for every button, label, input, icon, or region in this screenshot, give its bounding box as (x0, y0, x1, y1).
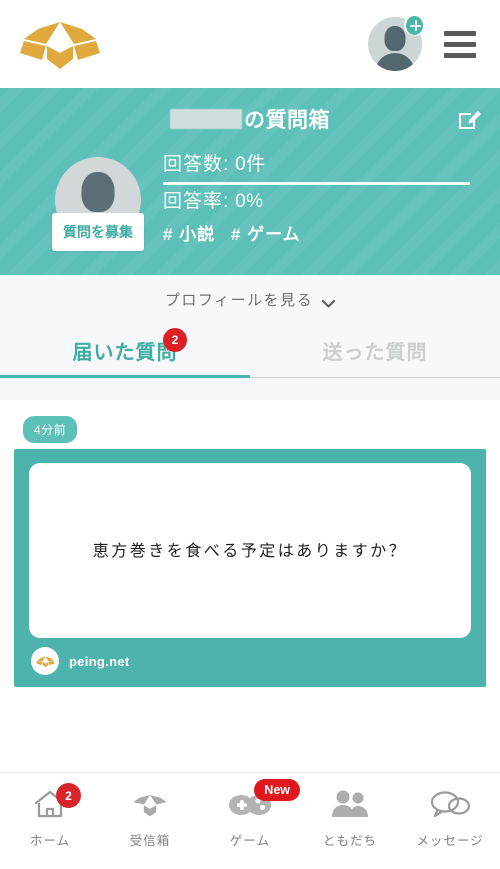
view-profile-link[interactable]: プロフィールを見る (0, 275, 500, 323)
redacted-username (170, 109, 242, 129)
question-card-url: peing.net (69, 653, 130, 669)
nav-label-message: メッセージ (416, 834, 484, 848)
profile-tags: # 小説 # ゲーム (163, 220, 470, 245)
tag-item[interactable]: # 小説 (163, 225, 215, 244)
app-root: の質問箱 質問を募集 回答数: 0件 回答率: 0% # 小説 # ゲーム プロ… (0, 0, 500, 869)
nav-label-friends: ともだち (322, 834, 377, 848)
answer-rate-row: 回答率: 0% (163, 187, 470, 216)
nav-item-inbox[interactable]: 受信箱 (100, 773, 200, 849)
nav-label-home: ホーム (29, 834, 71, 848)
plus-badge-icon[interactable] (404, 15, 425, 36)
game-new-badge: New (254, 779, 300, 801)
page-title: の質問箱 (0, 104, 500, 134)
question-item: 4分前 恵方巻きを食べる予定はありますか？ peing.net (14, 416, 486, 687)
answer-rate-label: 回答率: (163, 190, 230, 212)
profile-banner: の質問箱 質問を募集 回答数: 0件 回答率: 0% # 小説 # ゲーム (0, 88, 500, 275)
header-actions (368, 15, 476, 71)
question-list: 4分前 恵方巻きを食べる予定はありますか？ peing.net (0, 400, 500, 687)
top-header (0, 0, 500, 88)
nav-item-game[interactable]: New ゲーム (200, 773, 300, 849)
answer-count-label: 回答数: (163, 154, 230, 175)
collect-questions-button[interactable]: 質問を募集 (52, 213, 144, 251)
tab-received-questions[interactable]: 届いた質問 2 (0, 323, 250, 378)
question-time-badge: 4分前 (23, 416, 78, 443)
question-tabs: 届いた質問 2 送った質問 (0, 323, 500, 378)
tab-sent-questions[interactable]: 送った質問 (250, 323, 500, 378)
banner-content: 質問を募集 回答数: 0件 回答率: 0% # 小説 # ゲーム (0, 150, 500, 275)
answer-count-value: 0件 (235, 154, 266, 175)
message-bubbles-icon (429, 787, 471, 821)
page-title-suffix: の質問箱 (244, 109, 330, 132)
avatar-head-shape (384, 26, 406, 51)
question-card[interactable]: 恵方巻きを食べる予定はありますか？ peing.net (14, 449, 486, 687)
compose-edit-icon[interactable] (456, 106, 482, 132)
avatar-body-shape (375, 53, 415, 71)
answer-count-row: 回答数: 0件 (163, 150, 470, 179)
question-text: 恵方巻きを食べる予定はありますか？ (92, 540, 408, 560)
view-profile-label: プロフィールを見る (164, 291, 314, 309)
nav-label-inbox: 受信箱 (129, 834, 171, 848)
profile-avatar-head (81, 172, 115, 212)
tab-inactive-underline (250, 376, 500, 378)
tabs-spacer (0, 378, 500, 400)
home-icon: 2 (32, 783, 81, 821)
nav-label-game: ゲーム (229, 834, 271, 848)
friends-icon (329, 787, 371, 821)
answer-rate-value: 0% (235, 190, 264, 212)
question-card-body: 恵方巻きを食べる予定はありますか？ (29, 463, 471, 638)
bottom-navigation: 2 ホーム 受信箱 New ゲーム ともだち メッセージ (0, 772, 500, 869)
profile-stats: 回答数: 0件 回答率: 0% # 小説 # ゲーム (163, 150, 470, 245)
nav-item-friends[interactable]: ともだち (300, 773, 400, 849)
tab-active-underline (0, 375, 250, 378)
peing-box-icon (31, 647, 59, 675)
open-box-logo[interactable] (18, 17, 102, 71)
tab-received-badge: 2 (163, 328, 187, 352)
gamepad-icon: New (228, 779, 300, 821)
chevron-down-icon (321, 295, 336, 308)
tag-item[interactable]: # ゲーム (231, 225, 301, 244)
nav-item-message[interactable]: メッセージ (400, 773, 500, 849)
tab-sent-label: 送った質問 (322, 342, 428, 364)
home-badge: 2 (56, 783, 81, 808)
nav-item-home[interactable]: 2 ホーム (0, 773, 100, 849)
stats-divider (163, 182, 470, 185)
hamburger-menu-icon[interactable] (444, 30, 476, 58)
inbox-box-icon (130, 787, 170, 821)
tab-received-label: 届いた質問 (72, 342, 178, 364)
question-card-footer: peing.net (29, 638, 471, 677)
user-avatar[interactable] (368, 15, 425, 71)
